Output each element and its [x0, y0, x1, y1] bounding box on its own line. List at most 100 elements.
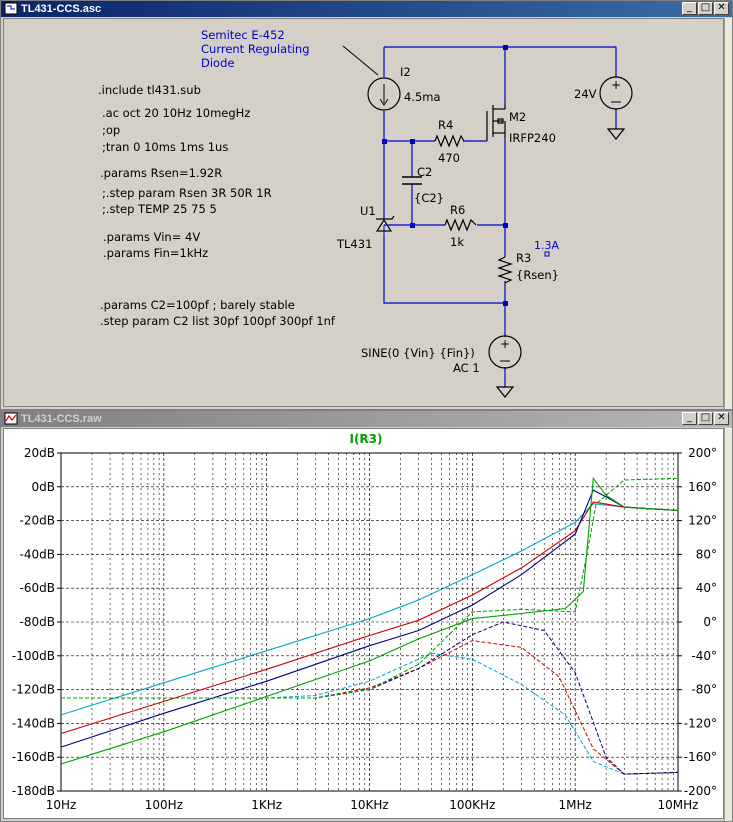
y-right-tick-label: 200° — [688, 446, 717, 460]
current-source-i2[interactable]: I2 4.5ma — [367, 65, 441, 111]
r3-name: R3 — [516, 251, 531, 265]
directive-fin[interactable]: .params Fin=1kHz — [103, 246, 208, 260]
close-button[interactable]: ✕ — [714, 412, 729, 425]
plot-grid — [60, 452, 679, 792]
annotation-line-3[interactable]: Diode — [201, 56, 234, 70]
directive-c2[interactable]: .params C2=100pf ; barely stable — [100, 298, 295, 312]
schematic-drawing: .include tl431.sub .ac oct 20 10Hz 10meg… — [98, 28, 633, 398]
x-tick-label: 100KHz — [449, 798, 495, 812]
minimize-button[interactable]: _ — [682, 2, 697, 15]
mosfet-m2[interactable]: M2 IRFP240 — [486, 103, 556, 145]
resistor-r3[interactable]: R3 {Rsen} 1.3A — [497, 239, 559, 284]
annotation-line-1[interactable]: Semitec E-452 — [201, 28, 285, 42]
bode-plot: I(R3) 10Hz 100Hz 1KHz 10KHz 100KHz 1MHz 10MHz … — [12, 432, 717, 812]
voltage-source-24v[interactable]: + 24V — [574, 76, 633, 140]
r6-value: 1k — [450, 235, 464, 249]
y-right-tick-label: 80° — [696, 547, 717, 561]
y-left-tick-label: -20dB — [20, 514, 55, 528]
y-right-tick-label: -200° — [684, 784, 717, 798]
c2-name: C2 — [417, 165, 432, 179]
schematic-title: TL431-CCS.asc — [21, 3, 102, 15]
y-right-tick-label: 0° — [703, 615, 717, 629]
shunt-regulator-u1[interactable]: U1 TL431 — [336, 204, 395, 251]
source-ac-value: AC 1 — [453, 361, 480, 375]
schematic-title-bar[interactable]: TL431-CCS.asc _ □ ✕ — [1, 1, 732, 17]
source-sine-value: SINE(0 {Vin} {Fin}) — [361, 346, 475, 360]
resistor-r4[interactable]: R4 470 — [434, 118, 465, 165]
m2-name: M2 — [509, 110, 526, 124]
x-tick-label: 1MHz — [559, 798, 592, 812]
r6-name: R6 — [450, 203, 465, 217]
y-left-tick-label: -100dB — [12, 649, 55, 663]
y-right-tick-label: 40° — [696, 581, 717, 595]
y-left-tick-label: -80dB — [20, 615, 55, 629]
i2-value: 4.5ma — [404, 90, 441, 104]
maximize-button[interactable]: □ — [698, 412, 713, 425]
x-tick-label: 1KHz — [251, 798, 282, 812]
directive-include[interactable]: .include tl431.sub — [98, 83, 201, 97]
y-left-tick-label: 0dB — [32, 480, 55, 494]
schematic-junctions — [382, 45, 508, 306]
x-tick-label: 10KHz — [350, 798, 388, 812]
directive-rsen[interactable]: .params Rsen=1.92R — [100, 166, 222, 180]
plot-area[interactable]: I(R3) 10Hz 100Hz 1KHz 10KHz 100KHz 1MHz 10MHz … — [3, 428, 724, 819]
series-magnitude-line-3 — [60, 476, 679, 765]
annotation-line-2[interactable]: Current Regulating — [201, 42, 310, 56]
y-axis-right-ticks: 200° 160° 120° 80° 40° 0° -40° -80° -120° -160° -2… — [678, 446, 717, 798]
y-right-tick-label: -80° — [691, 683, 717, 697]
maximize-button[interactable]: □ — [698, 2, 713, 15]
y-left-tick-label: 20dB — [24, 446, 55, 460]
y-right-tick-label: -120° — [684, 716, 717, 730]
x-axis-ticks: 10Hz 100Hz 1KHz 10KHz 100KHz 1MHz 10MHz — [46, 798, 699, 812]
waveform-icon — [4, 412, 18, 425]
schematic-window: TL431-CCS.asc _ □ ✕ .include tl431.sub .… — [0, 0, 733, 410]
y-right-tick-label: 160° — [688, 480, 717, 494]
ground-symbol — [495, 386, 515, 398]
y-right-tick-label: 120° — [688, 514, 717, 528]
close-button[interactable]: ✕ — [714, 2, 729, 15]
x-tick-label: 10Hz — [46, 798, 77, 812]
plot-title: TL431-CCS.raw — [21, 413, 102, 425]
ground-symbol — [606, 128, 626, 140]
y-right-tick-label: -40° — [691, 649, 717, 663]
capacitor-c2[interactable]: C2 {C2} — [402, 165, 444, 205]
directive-step-c2[interactable]: .step param C2 list 30pf 100pf 300pf 1nf — [100, 314, 336, 328]
r4-value: 470 — [438, 151, 460, 165]
y-left-tick-label: -160dB — [12, 750, 55, 764]
x-tick-label: 10MHz — [658, 798, 699, 812]
directive-tran[interactable]: ;tran 0 10ms 1ms 1us — [102, 140, 228, 154]
u1-value: TL431 — [336, 237, 372, 251]
schematic-scrollbar[interactable] — [724, 18, 732, 409]
u1-name: U1 — [360, 204, 376, 218]
directive-step-temp[interactable]: ;.step TEMP 25 75 5 — [102, 202, 217, 216]
svg-text:+: + — [611, 78, 621, 92]
directive-step-rsen[interactable]: ;.step param Rsen 3R 50R 1R — [102, 186, 272, 200]
voltage-source-sine[interactable]: + SINE(0 {Vin} {Fin}) AC 1 — [361, 335, 522, 398]
y-left-tick-label: -120dB — [12, 683, 55, 697]
trace-label[interactable]: I(R3) — [349, 432, 382, 446]
annotation-arrow — [342, 45, 379, 76]
y-left-tick-label: -40dB — [20, 547, 55, 561]
minimize-button[interactable]: _ — [682, 412, 697, 425]
y-left-tick-label: -60dB — [20, 581, 55, 595]
y-right-tick-label: -160° — [684, 750, 717, 764]
y-axis-left-ticks: 20dB 0dB -20dB -40dB -60dB -80dB -100dB -120dB -… — [12, 446, 61, 798]
plot-scrollbar[interactable] — [724, 428, 732, 821]
r3-current-label: 1.3A — [534, 239, 559, 252]
schematic-canvas[interactable]: .include tl431.sub .ac oct 20 10Hz 10meg… — [3, 18, 724, 407]
plot-window: TL431-CCS.raw _ □ ✕ I(R3) 10Hz 100Hz 1KHz 1… — [0, 410, 733, 822]
directive-op[interactable]: ;op — [102, 123, 120, 137]
directive-vin[interactable]: .params Vin= 4V — [103, 230, 200, 244]
m2-value: IRFP240 — [509, 131, 556, 145]
c2-value: {C2} — [414, 191, 444, 205]
directive-ac[interactable]: .ac oct 20 10Hz 10megHz — [102, 106, 250, 120]
y-left-tick-label: -180dB — [12, 784, 55, 798]
supply-value: 24V — [574, 87, 597, 101]
resistor-r6[interactable]: R6 1k — [444, 203, 477, 249]
r3-probe-marker — [544, 251, 550, 257]
x-tick-label: 100Hz — [145, 798, 183, 812]
schematic-doc-icon — [4, 2, 18, 15]
plot-title-bar[interactable]: TL431-CCS.raw _ □ ✕ — [1, 411, 732, 427]
r3-value: {Rsen} — [516, 268, 559, 282]
i2-name: I2 — [400, 65, 411, 79]
